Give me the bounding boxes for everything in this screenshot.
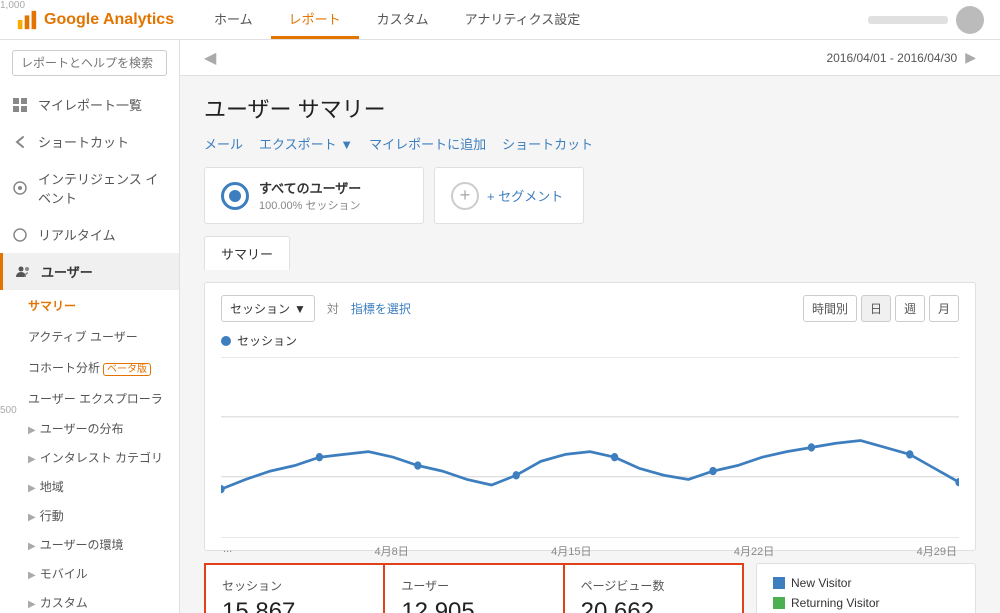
stat-sessions-value: 15,867 — [222, 598, 367, 613]
chart-legend: セッション — [221, 332, 959, 349]
metric-link[interactable]: 指標を選択 — [351, 300, 411, 317]
app-title: Google Analytics — [44, 11, 174, 29]
stat-pageviews-value: 20,662 — [581, 598, 726, 613]
legend-dot-icon — [221, 336, 231, 346]
main-header-bar: ◀ 2016/04/01 - 2016/04/30 ▶ — [180, 40, 1000, 76]
page-title: ユーザー サマリー — [204, 92, 976, 124]
logo-area: Google Analytics — [16, 9, 196, 31]
dropdown-arrow-icon: ▼ — [294, 302, 306, 316]
header-right — [868, 6, 984, 34]
pie-legend-returning: Returning Visitor — [773, 596, 959, 610]
vs-text: 対 — [327, 300, 339, 317]
nav-reports[interactable]: レポート — [271, 0, 359, 39]
sessions-chart — [221, 357, 959, 538]
chart-x-labels: ... 4月8日 4月15日 4月22日 4月29日 — [221, 543, 959, 559]
time-hourly-button[interactable]: 時間別 — [803, 295, 857, 322]
tab-summary[interactable]: サマリー — [204, 236, 290, 270]
main-content: ユーザー サマリー メール エクスポート ▼ マイレポートに追加 ショートカット… — [180, 76, 1000, 613]
pie-legend: New Visitor Returning Visitor — [773, 576, 959, 610]
time-monthly-button[interactable]: 月 — [929, 295, 959, 322]
summary-tab: サマリー — [204, 236, 976, 270]
add-segment-label: + セグメント — [487, 186, 563, 205]
add-to-report-button[interactable]: マイレポートに追加 — [369, 134, 486, 153]
main-content-area: ◀ 2016/04/01 - 2016/04/30 ▶ ユーザー サマリー メー… — [180, 40, 1000, 613]
time-daily-button[interactable]: 日 — [861, 295, 891, 322]
stat-sessions: セッション 15,867 — [204, 563, 385, 613]
sidebar-item-label: ショートカット — [38, 132, 129, 151]
stat-users-value: 12,905 — [401, 598, 546, 613]
time-weekly-button[interactable]: 週 — [895, 295, 925, 322]
account-selector[interactable] — [868, 16, 948, 24]
all-users-segment[interactable]: すべてのユーザー 100.00% セッション — [204, 167, 424, 224]
metric-select-dropdown[interactable]: セッション ▼ — [221, 295, 315, 322]
nav-home[interactable]: ホーム — [196, 0, 271, 39]
segment-name: すべてのユーザー — [259, 178, 361, 197]
chart-container: 1,000 500 — [221, 357, 959, 538]
add-segment-circle-icon: + — [451, 182, 479, 210]
pie-legend-new: New Visitor — [773, 576, 959, 590]
segment-pct: 100.00% セッション — [259, 197, 361, 213]
metric-select-label: セッション — [230, 300, 290, 317]
highlighted-stats-row: セッション 15,867 ユーザー 12,905 — [204, 563, 744, 613]
stat-pageviews: ページビュー数 20,662 — [565, 563, 744, 613]
stat-users-label: ユーザー — [401, 577, 546, 594]
stats-area: セッション 15,867 ユーザー 12,905 — [204, 563, 744, 613]
pie-legend-new-label: New Visitor — [791, 576, 851, 590]
pie-legend-returning-label: Returning Visitor — [791, 596, 880, 610]
action-bar: メール エクスポート ▼ マイレポートに追加 ショートカット — [204, 134, 976, 153]
body: マイレポート一覧 ショートカット インテリジェンス イベント リアルタイム ユー — [0, 40, 1000, 613]
date-range-display: 2016/04/01 - 2016/04/30 — [826, 51, 957, 65]
add-segment-button[interactable]: + + セグメント — [434, 167, 584, 224]
stat-sessions-label: セッション — [222, 577, 367, 594]
sidebar-item-label: ユーザー — [41, 262, 93, 281]
pie-chart-area: New Visitor Returning Visitor — [756, 563, 976, 613]
chart-controls: セッション ▼ 対 指標を選択 時間別 日 週 月 — [221, 295, 959, 322]
sidebar-item-label: マイレポート一覧 — [38, 95, 142, 114]
new-visitor-color-icon — [773, 577, 785, 589]
bottom-section: セッション 15,867 ユーザー 12,905 — [204, 563, 976, 613]
nav-settings[interactable]: アナリティクス設定 — [447, 0, 599, 39]
main-nav: ホーム レポート カスタム アナリティクス設定 — [196, 0, 598, 39]
segment-circle-fill — [229, 190, 241, 202]
sidebar-item-label: インテリジェンス イベント — [38, 169, 167, 207]
segment-bar: すべてのユーザー 100.00% セッション + + セグメント — [204, 167, 976, 224]
chart-svg-wrapper: ... 4月8日 4月15日 4月22日 4月29日 — [221, 357, 959, 538]
date-range-arrow[interactable]: ▶ — [965, 49, 976, 66]
nav-custom[interactable]: カスタム — [359, 0, 447, 39]
time-buttons: 時間別 日 週 月 — [803, 295, 959, 322]
collapse-sidebar-button[interactable]: ◀ — [204, 48, 216, 68]
sidebar-item-label: リアルタイム — [38, 225, 116, 244]
email-button[interactable]: メール — [204, 134, 243, 153]
stat-pageviews-label: ページビュー数 — [581, 577, 726, 594]
export-button[interactable]: エクスポート ▼ — [259, 134, 353, 153]
app-header: Google Analytics ホーム レポート カスタム アナリティクス設定 — [0, 0, 1000, 40]
chart-area: セッション ▼ 対 指標を選択 時間別 日 週 月 セッション — [204, 282, 976, 551]
stat-users: ユーザー 12,905 — [385, 563, 564, 613]
legend-label: セッション — [237, 332, 297, 349]
returning-visitor-color-icon — [773, 597, 785, 609]
beta-badge: ベータ版 — [103, 363, 151, 376]
user-avatar[interactable] — [956, 6, 984, 34]
shortcut-button[interactable]: ショートカット — [502, 134, 593, 153]
segment-info: すべてのユーザー 100.00% セッション — [259, 178, 361, 213]
segment-circle-icon — [221, 182, 249, 210]
